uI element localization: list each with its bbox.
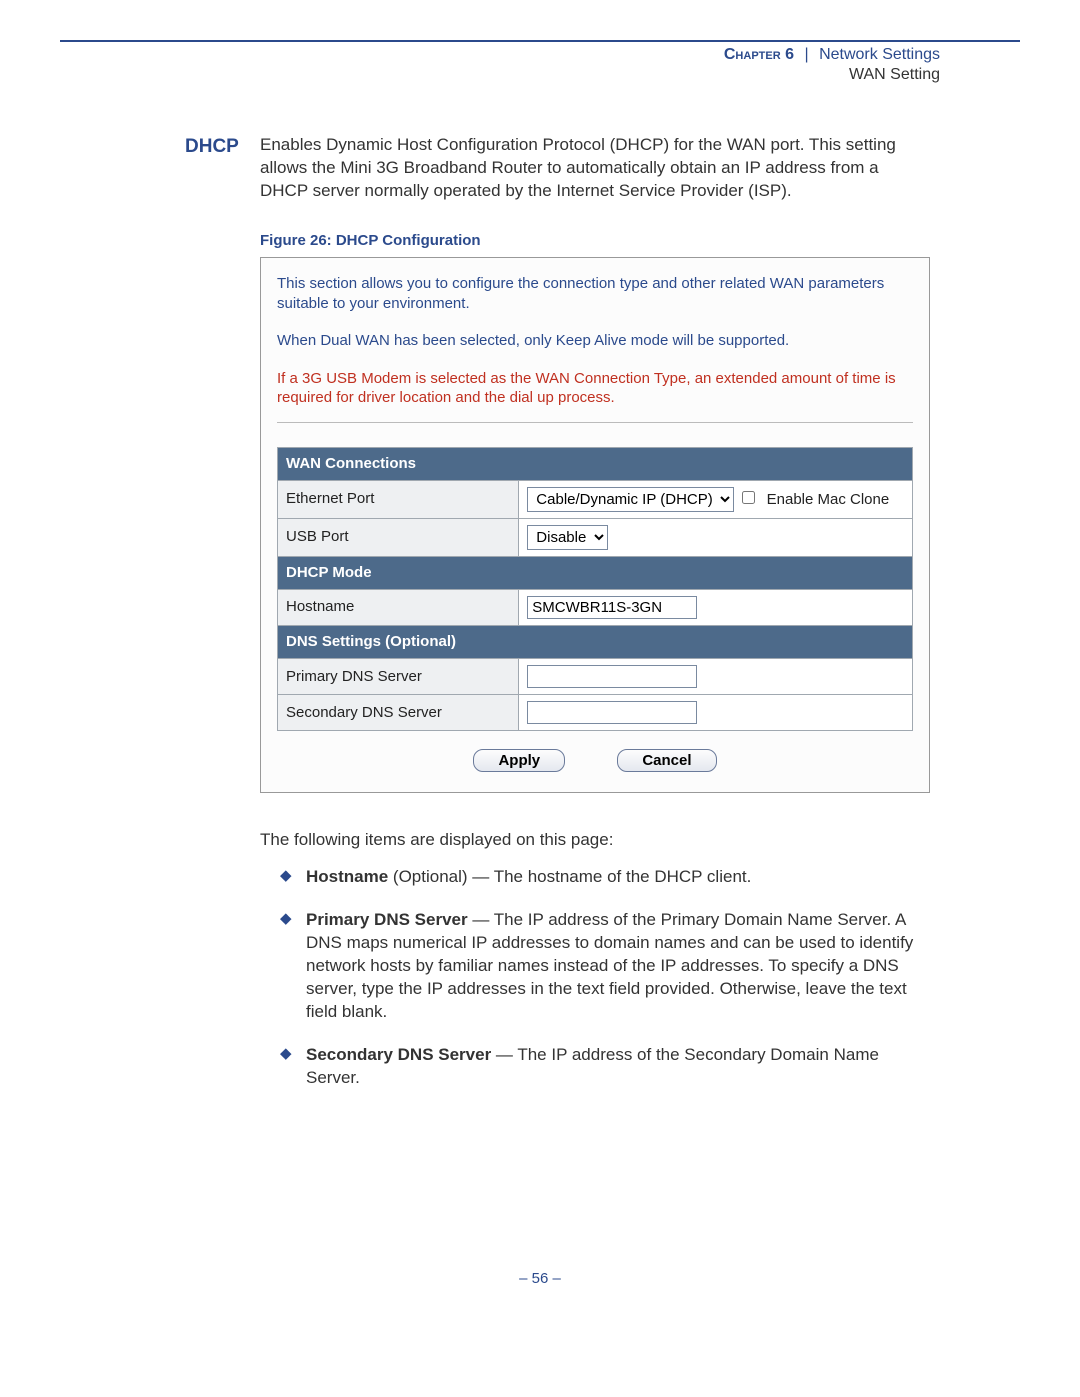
enable-mac-clone-label: Enable Mac Clone bbox=[767, 491, 890, 508]
header-subsection: WAN Setting bbox=[60, 66, 940, 84]
page-number: – 56 – bbox=[60, 1270, 1020, 1287]
figure-caption: Figure 26: DHCP Configuration bbox=[260, 231, 930, 251]
ethernet-port-select[interactable]: Cable/Dynamic IP (DHCP) bbox=[527, 487, 734, 512]
list-item: Primary DNS Server — The IP address of t… bbox=[280, 909, 930, 1024]
header-divider: | bbox=[804, 46, 808, 63]
secondary-dns-input[interactable] bbox=[527, 701, 697, 724]
bullet-list: Hostname (Optional) — The hostname of th… bbox=[280, 866, 930, 1090]
section-text: Enables Dynamic Host Configuration Proto… bbox=[260, 135, 896, 200]
bullet-rest: (Optional) — The hostname of the DHCP cl… bbox=[388, 867, 751, 886]
ethernet-port-label: Ethernet Port bbox=[278, 480, 519, 518]
config-table: WAN Connections Ethernet Port Cable/Dyna… bbox=[277, 447, 913, 732]
post-intro: The following items are displayed on thi… bbox=[260, 829, 930, 852]
hostname-label: Hostname bbox=[278, 590, 519, 626]
header-section: Network Settings bbox=[819, 46, 940, 63]
header-line: Chapter 6 | Network Settings bbox=[60, 46, 940, 64]
chapter-label: Chapter 6 bbox=[724, 46, 794, 63]
panel-intro-2: When Dual WAN has been selected, only Ke… bbox=[277, 331, 913, 351]
panel-intro-1: This section allows you to configure the… bbox=[277, 274, 913, 313]
panel-divider bbox=[277, 422, 913, 423]
usb-port-label: USB Port bbox=[278, 518, 519, 556]
header-rule bbox=[60, 40, 1020, 42]
config-panel: This section allows you to configure the… bbox=[260, 257, 930, 793]
list-item: Secondary DNS Server — The IP address of… bbox=[280, 1044, 930, 1090]
list-item: Hostname (Optional) — The hostname of th… bbox=[280, 866, 930, 889]
bullet-term: Secondary DNS Server bbox=[306, 1045, 491, 1064]
panel-intro-warning: If a 3G USB Modem is selected as the WAN… bbox=[277, 369, 913, 408]
apply-button[interactable]: Apply bbox=[473, 749, 565, 772]
secondary-dns-label: Secondary DNS Server bbox=[278, 695, 519, 731]
enable-mac-clone-checkbox[interactable] bbox=[742, 491, 755, 504]
cancel-button[interactable]: Cancel bbox=[617, 749, 716, 772]
primary-dns-input[interactable] bbox=[527, 665, 697, 688]
wan-connections-header: WAN Connections bbox=[278, 447, 913, 480]
dns-settings-header: DNS Settings (Optional) bbox=[278, 626, 913, 659]
usb-port-select[interactable]: Disable bbox=[527, 525, 608, 550]
primary-dns-label: Primary DNS Server bbox=[278, 659, 519, 695]
hostname-input[interactable] bbox=[527, 596, 697, 619]
bullet-term: Primary DNS Server bbox=[306, 910, 468, 929]
section-heading: DHCP bbox=[185, 134, 239, 160]
dhcp-mode-header: DHCP Mode bbox=[278, 556, 913, 589]
bullet-term: Hostname bbox=[306, 867, 388, 886]
